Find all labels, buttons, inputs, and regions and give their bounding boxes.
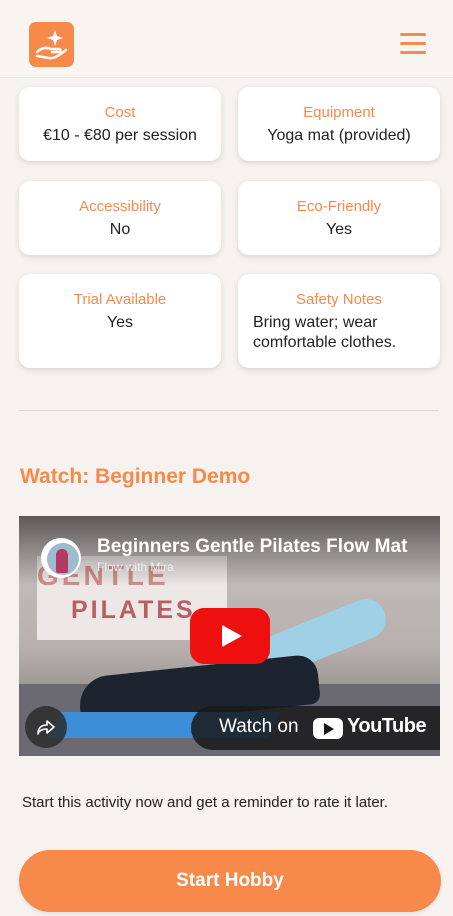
watch-on-youtube-button[interactable]: Watch on YouTube xyxy=(191,706,440,750)
app-header xyxy=(0,0,453,78)
video-embed[interactable]: GENTLE PILATES Beginners Gentle Pilates … xyxy=(19,516,440,756)
detail-label: Accessibility xyxy=(79,198,161,215)
detail-value: €10 - €80 per session xyxy=(43,127,197,144)
share-button[interactable] xyxy=(25,706,67,748)
detail-label: Eco-Friendly xyxy=(296,198,382,215)
channel-name[interactable]: Flow with Mira xyxy=(97,560,174,574)
channel-avatar[interactable] xyxy=(41,538,81,578)
detail-card-safety: Safety Notes Bring water; wear comfortab… xyxy=(238,274,440,368)
detail-value: Yes xyxy=(325,221,353,238)
start-hobby-button[interactable]: Start Hobby xyxy=(19,850,441,912)
thumbnail-text-pilates: PILATES xyxy=(71,596,196,624)
detail-value: Yes xyxy=(106,314,134,331)
section-divider xyxy=(19,410,439,411)
detail-label: Cost xyxy=(104,104,136,121)
share-icon xyxy=(37,720,55,735)
detail-card-cost: Cost €10 - €80 per session xyxy=(19,87,221,161)
detail-label: Trial Available xyxy=(73,291,167,308)
detail-value: Yoga mat (provided) xyxy=(267,127,411,144)
detail-value: Bring water; wear comfortable clothes. xyxy=(253,314,397,351)
app-logo[interactable] xyxy=(29,22,74,67)
youtube-wordmark: YouTube xyxy=(347,715,427,737)
play-button[interactable] xyxy=(190,608,270,664)
detail-card-eco-friendly: Eco-Friendly Yes xyxy=(238,181,440,255)
detail-card-equipment: Equipment Yoga mat (provided) xyxy=(238,87,440,161)
hamburger-menu-icon[interactable] xyxy=(400,33,426,57)
detail-card-trial: Trial Available Yes xyxy=(19,274,221,368)
detail-value: No xyxy=(109,221,131,238)
watch-on-label: Watch on xyxy=(219,716,299,737)
video-title[interactable]: Beginners Gentle Pilates Flow Mat xyxy=(97,536,407,558)
section-title: Watch: Beginner Demo xyxy=(20,465,251,488)
reminder-note: Start this activity now and get a remind… xyxy=(22,794,389,811)
detail-label: Equipment xyxy=(303,104,375,121)
detail-card-accessibility: Accessibility No xyxy=(19,181,221,255)
hand-sparkle-icon xyxy=(35,30,68,60)
detail-label: Safety Notes xyxy=(296,291,382,308)
youtube-play-icon xyxy=(313,718,343,739)
